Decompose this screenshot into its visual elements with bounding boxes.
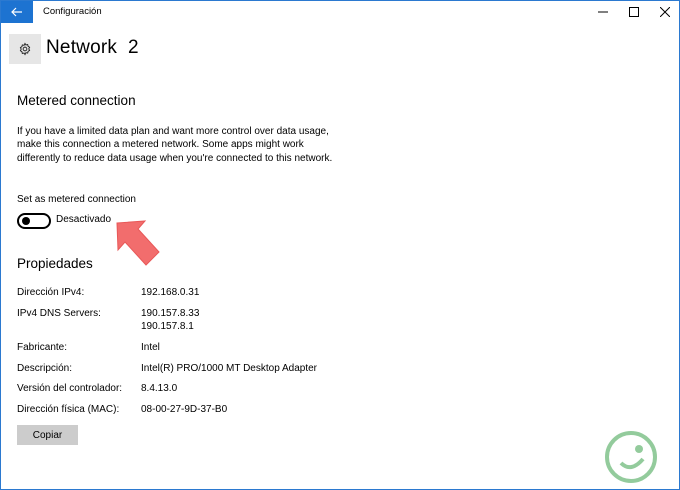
close-icon — [659, 7, 670, 17]
metered-connection-description: If you have a limited data plan and want… — [17, 126, 333, 164]
mac-address-label: Dirección física (MAC): — [17, 404, 120, 415]
title-bar: Configuración — [1, 1, 679, 23]
settings-window: Configuración Network 2 Metered connecti… — [0, 0, 680, 490]
mac-address-value: 08-00-27-9D-37-B0 — [141, 404, 228, 415]
arrow-left-icon — [11, 7, 22, 17]
dns-server-primary-value: 190.157.8.33 — [141, 308, 200, 319]
back-button[interactable] — [1, 1, 33, 23]
ipv4-label: Dirección IPv4: — [17, 287, 85, 298]
minimize-button[interactable] — [587, 1, 618, 23]
driver-version-value: 8.4.13.0 — [141, 383, 178, 394]
ipv4-value: 192.168.0.31 — [141, 287, 200, 298]
window-title: Configuración — [43, 6, 102, 17]
metered-connection-heading: Metered connection — [17, 93, 136, 108]
properties-heading: Propiedades — [17, 256, 93, 271]
copy-button[interactable]: Copiar — [17, 425, 78, 445]
manufacturer-label: Fabricante: — [17, 342, 68, 353]
metered-toggle-label: Set as metered connection — [17, 194, 136, 205]
driver-version-label: Versión del controlador: — [17, 383, 123, 394]
maximize-button[interactable] — [618, 1, 649, 23]
dns-servers-label: IPv4 DNS Servers: — [17, 308, 101, 319]
dns-server-secondary-value: 190.157.8.1 — [141, 321, 194, 332]
toggle-knob — [22, 217, 30, 225]
description-label: Descripción: — [17, 363, 73, 374]
maximize-icon — [628, 7, 639, 17]
site-logo-watermark — [605, 431, 657, 483]
description-value: Intel(R) PRO/1000 MT Desktop Adapter — [141, 363, 318, 374]
minimize-icon — [597, 11, 608, 13]
close-button[interactable] — [649, 1, 679, 23]
metered-connection-toggle[interactable] — [17, 213, 51, 229]
pointer-arrow-annotation — [116, 220, 160, 266]
manufacturer-value: Intel — [141, 342, 160, 353]
gear-icon — [19, 42, 31, 56]
network-settings-icon-tile — [9, 34, 41, 64]
page-title: Network 2 — [46, 37, 139, 58]
toggle-state-label: Desactivado — [56, 214, 112, 225]
